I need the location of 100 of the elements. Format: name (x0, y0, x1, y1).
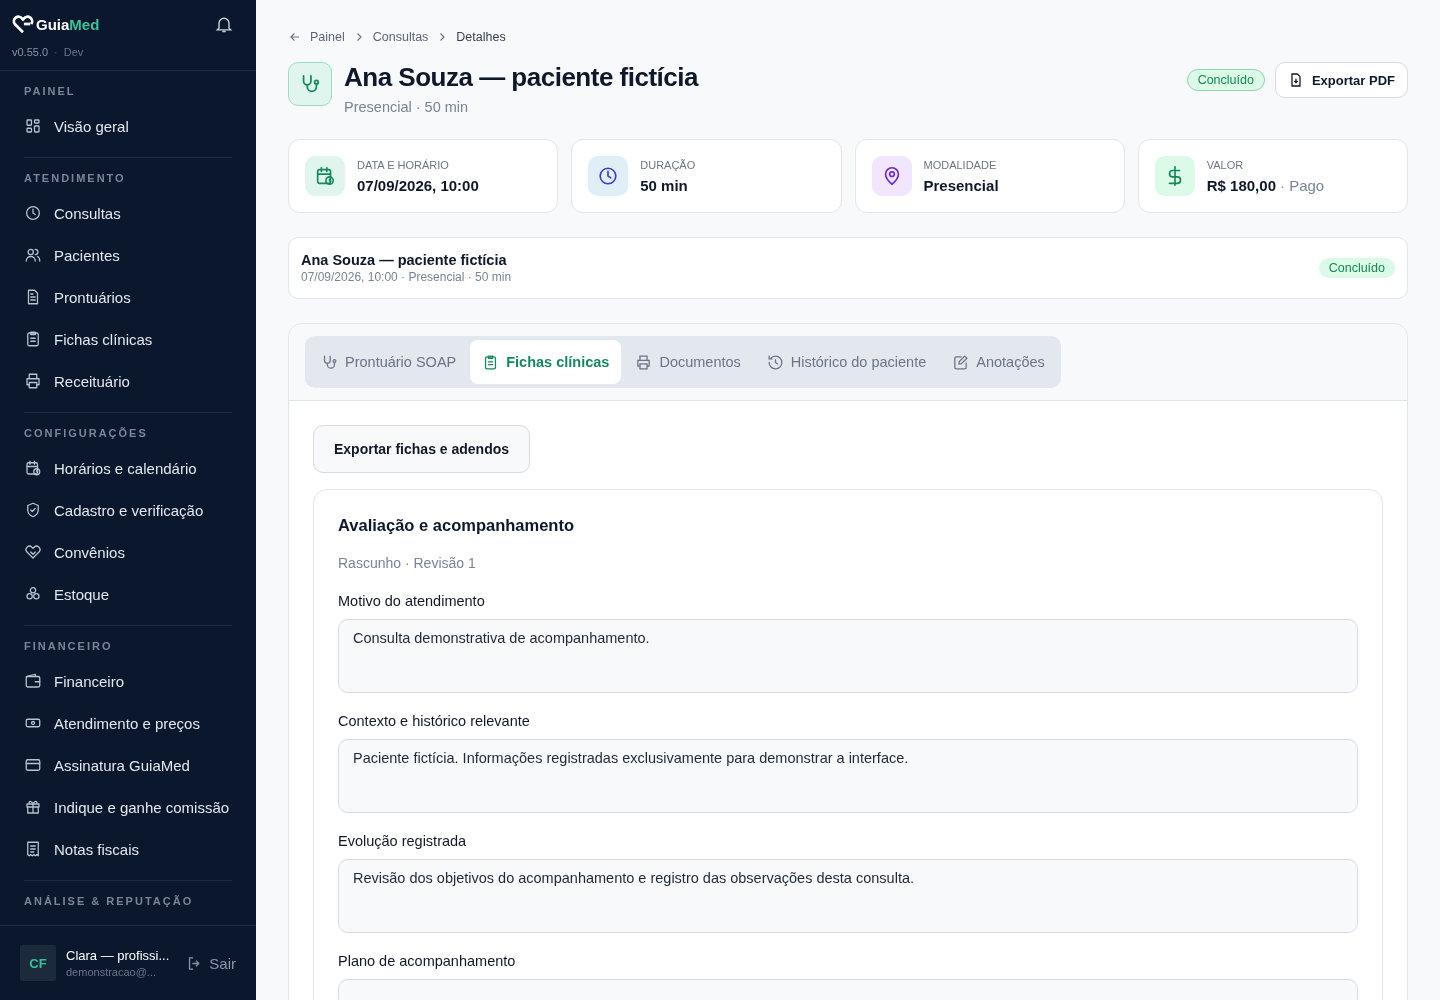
field-label: Plano de acompanhamento (338, 953, 517, 969)
nav-label: Indique e ganhe comissão (54, 798, 230, 816)
stat-note: · Pago (1280, 176, 1325, 194)
nav-icon (24, 330, 42, 348)
stat-label: VALOR (1206, 158, 1245, 171)
brand-name: GuiaMed (36, 15, 100, 33)
form-meta: Rascunho · Revisão 1 (338, 555, 477, 571)
stethoscope-icon (288, 62, 332, 106)
nav-label: Receituário (54, 372, 130, 390)
nav-item[interactable]: Notas fiscais (24, 828, 232, 870)
section-title: FINANCEIRO (24, 639, 114, 654)
nav-label: Pacientes (54, 246, 120, 264)
text-area[interactable]: Paciente fictícia. Informações registradas exclusivamente para demonstrar a interface. (338, 739, 1358, 813)
nav-label: Financeiro (54, 672, 125, 690)
stat-value: Presencial (923, 176, 999, 194)
page-subtitle: Presencial · 50 min (344, 99, 470, 115)
version-text: v0.55.0 (12, 46, 49, 58)
nav-icon (24, 117, 42, 135)
stat-icon (1154, 156, 1195, 196)
nav-label: Cadastro e verificação (54, 501, 204, 519)
nav-icon (24, 459, 42, 477)
nav-item[interactable]: Financeiro (24, 660, 232, 702)
nav-item[interactable]: Visão geral (24, 105, 232, 147)
section-title: PAINEL (24, 84, 77, 99)
logout-button[interactable]: Sair (186, 954, 236, 972)
nav-item[interactable]: Estoque (24, 573, 232, 615)
stat-label: MODALIDADE (923, 158, 998, 171)
nav-icon (24, 204, 42, 222)
stat-label: DURAÇÃO (640, 158, 696, 171)
stat-value: R$ 180,00 (1206, 176, 1276, 194)
nav-label: Notas fiscais (54, 840, 140, 858)
form-title: Avaliação e acompanhamento (338, 516, 575, 535)
stat-icon (305, 156, 345, 196)
nav-icon (24, 672, 42, 690)
section-title: ANÁLISE & REPUTAÇÃO (24, 894, 195, 909)
field-label: Motivo do atendimento (338, 593, 486, 609)
tab[interactable]: Documentos (623, 340, 753, 384)
nav-item[interactable]: Convênios (24, 531, 232, 573)
environment-text: Dev (63, 46, 84, 58)
nav-label: Atendimento e preços (54, 714, 200, 732)
stat-label: DATA E HORÁRIO (357, 158, 450, 171)
nav-icon (24, 543, 42, 561)
stethoscope-icon (321, 353, 338, 371)
printer-icon (635, 353, 653, 371)
back-arrow-icon[interactable] (288, 30, 302, 44)
section-title: ATENDIMENTO (24, 171, 127, 186)
nav-label: Fichas clínicas (54, 330, 153, 348)
nav-icon (24, 798, 42, 816)
logo-icon (12, 14, 34, 34)
nav-label: Prontuários (54, 288, 131, 306)
nav-item[interactable]: Pacientes (24, 234, 232, 276)
nav-label: Horários e calendário (54, 459, 197, 477)
stat-icon (871, 156, 912, 196)
tab[interactable]: Histórico do paciente (754, 340, 939, 384)
stat-icon (588, 156, 629, 196)
nav-icon (24, 501, 42, 519)
breadcrumb-link[interactable]: Painel (310, 30, 345, 44)
tab[interactable]: Fichas clínicas (470, 340, 622, 384)
text-area[interactable]: Consulta demonstrativa de acompanhamento. (338, 619, 1358, 693)
tab[interactable]: Prontuário SOAP (309, 340, 469, 384)
nav-item[interactable]: Horários e calendário (24, 447, 232, 489)
nav-label: Assinatura GuiaMed (54, 756, 190, 774)
nav-item[interactable]: Receituário (24, 360, 232, 402)
field-label: Contexto e histórico relevante (338, 713, 531, 729)
text-area[interactable]: Revisão dos objetivos do acompanhamento e registro das observações desta consulta. (338, 859, 1358, 933)
summary-title: Ana Souza — paciente fictícia (301, 252, 508, 268)
page-title: Ana Souza — paciente fictícia (344, 62, 700, 93)
nav-item[interactable]: Prontuários (24, 276, 232, 318)
stat-value: 50 min (640, 176, 688, 194)
status-badge: Concluído (1318, 258, 1395, 278)
avatar: CF (20, 945, 56, 981)
user-email: demonstracao@... (66, 966, 158, 978)
nav-item[interactable]: Assinatura GuiaMed (24, 744, 232, 786)
field-label: Evolução registrada (338, 833, 468, 849)
separator-dot: · (54, 46, 58, 58)
stat-value: 07/09/2026, 10:00 (357, 176, 479, 194)
nav-label: Visão geral (54, 117, 129, 135)
status-badge: Concluído (1186, 69, 1265, 91)
nav-icon (24, 840, 42, 858)
summary-meta: 07/09/2026, 10:00 · Presencial · 50 min (301, 270, 512, 284)
nav-item[interactable]: Indique e ganhe comissão (24, 786, 232, 828)
export-pdf-button[interactable]: Exportar PDF (1274, 62, 1408, 98)
nav-label: Estoque (54, 585, 110, 603)
nav-item[interactable]: Consultas (24, 192, 232, 234)
nav-icon (24, 756, 42, 774)
user-name: Clara — profissi... (66, 948, 171, 963)
tab[interactable]: Anotações (940, 340, 1057, 384)
nav-label: Consultas (54, 204, 121, 222)
nav-label: Convênios (54, 543, 125, 561)
history-icon (766, 353, 784, 371)
nav-item[interactable]: Atendimento e preços (24, 702, 232, 744)
section-title: CONFIGURAÇÕES (24, 426, 149, 441)
export-button[interactable]: Exportar fichas e adendos (313, 425, 531, 473)
nav-icon (24, 372, 42, 390)
nav-item[interactable]: Cadastro e verificação (24, 489, 232, 531)
note-edit-icon (952, 353, 970, 371)
breadcrumb-link[interactable]: Consultas (372, 30, 429, 44)
nav-item[interactable]: Fichas clínicas (24, 318, 232, 360)
breadcrumb-link[interactable]: Detalhes (456, 30, 506, 44)
nav-icon (24, 246, 42, 264)
